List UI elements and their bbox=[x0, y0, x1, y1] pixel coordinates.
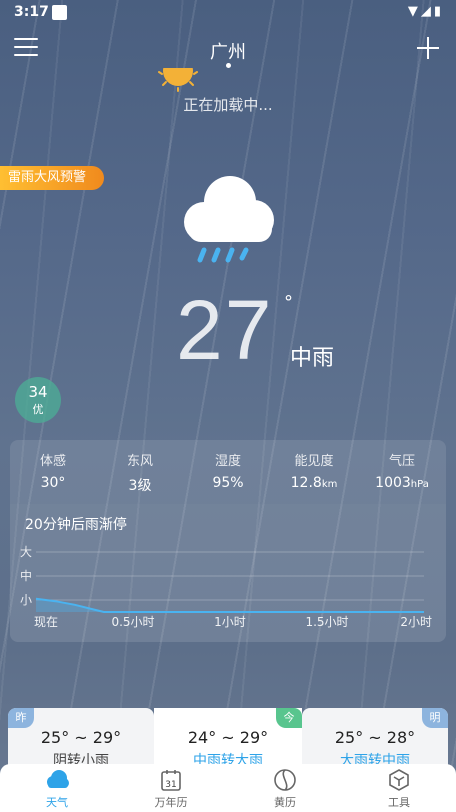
forecast-yesterday[interactable]: 昨 25° ~ 29° 阴转小雨 bbox=[8, 708, 154, 769]
y-tick-label: 大 bbox=[20, 545, 32, 559]
tab-calendar[interactable]: 31 万年历 bbox=[136, 768, 206, 810]
city-title[interactable]: 广州 bbox=[0, 38, 456, 64]
detail-label: 气压 bbox=[388, 454, 415, 469]
precip-line bbox=[35, 597, 424, 613]
detail-pressure: 气压 1003hPa bbox=[362, 450, 442, 491]
tab-almanac[interactable]: 黄历 bbox=[250, 768, 320, 810]
current-temperature: 27 bbox=[176, 283, 274, 377]
top-bar: 广州 bbox=[0, 30, 456, 70]
detail-wind: 东风 3级 bbox=[100, 450, 180, 495]
forecast-strip: 昨 25° ~ 29° 阴转小雨 今 24° ~ 29° 中雨转大雨 明 25°… bbox=[0, 708, 456, 769]
tab-label: 天气 bbox=[46, 796, 68, 809]
add-city-icon[interactable] bbox=[416, 36, 440, 60]
calendar-day-number: 31 bbox=[165, 780, 176, 790]
forecast-badge: 明 bbox=[422, 708, 448, 728]
x-tick-label: 1.5小时 bbox=[305, 615, 348, 629]
detail-value-text: 3级 bbox=[128, 478, 152, 494]
notification-icon bbox=[52, 5, 67, 20]
aqi-value: 34 bbox=[28, 383, 48, 401]
detail-value: 30° bbox=[13, 475, 93, 491]
weather-tab-icon bbox=[47, 770, 69, 788]
forecast-badge: 今 bbox=[276, 708, 302, 728]
x-tick-label: 现在 bbox=[34, 615, 58, 629]
tools-hexagon-icon bbox=[389, 769, 409, 791]
degree-symbol: ° bbox=[284, 292, 293, 313]
detail-unit: km bbox=[321, 479, 338, 490]
detail-value-text: 12.8 bbox=[290, 475, 322, 491]
detail-label: 湿度 bbox=[214, 454, 241, 469]
detail-visibility: 能见度 12.8km bbox=[274, 450, 354, 491]
tab-label: 工具 bbox=[388, 796, 410, 809]
detail-value-text: 30° bbox=[40, 475, 66, 491]
status-icons: ▼◢▮ bbox=[407, 4, 444, 19]
detail-feels-like: 体感 30° bbox=[13, 450, 93, 491]
x-tick-label: 2小时 bbox=[400, 615, 432, 629]
status-time: 3:17 bbox=[14, 4, 49, 20]
precipitation-chart: 大中小现在 0.5小时 1小时 1.5小时 2小时 bbox=[20, 545, 432, 629]
tab-label: 黄历 bbox=[274, 796, 296, 809]
detail-value: 12.8km bbox=[274, 475, 354, 491]
detail-value-text: 95% bbox=[212, 475, 244, 491]
aqi-badge[interactable]: 34 优 bbox=[15, 377, 61, 423]
forecast-range: 24° ~ 29° bbox=[187, 728, 269, 747]
rain-overlay bbox=[0, 0, 456, 812]
status-bar: 3:17 ▼◢▮ bbox=[0, 0, 456, 26]
yin-yang-icon bbox=[274, 769, 296, 791]
tab-weather[interactable]: 天气 bbox=[22, 768, 92, 810]
x-tick-label: 0.5小时 bbox=[111, 615, 154, 629]
page-indicator-dot bbox=[226, 63, 231, 68]
bottom-nav: 天气 31 万年历 黄历 工具 bbox=[0, 764, 456, 812]
y-tick-label: 小 bbox=[20, 593, 32, 607]
forecast-tomorrow[interactable]: 明 25° ~ 28° 大雨转中雨 bbox=[302, 708, 448, 769]
precipitation-panel[interactable]: 20分钟后雨渐停 大中小现在 0.5小时 1小时 1.5小时 2小时 bbox=[10, 504, 446, 642]
forecast-today[interactable]: 今 24° ~ 29° 中雨转大雨 bbox=[154, 708, 302, 769]
detail-humidity: 湿度 95% bbox=[188, 450, 268, 491]
sun-icon bbox=[158, 68, 198, 92]
weather-details-panel: 体感 30° 东风 3级 湿度 95% 能见度 12.8km 气压 1003hP… bbox=[10, 440, 446, 504]
detail-value: 1003hPa bbox=[362, 475, 442, 491]
aqi-level: 优 bbox=[32, 403, 44, 416]
detail-label: 体感 bbox=[39, 454, 66, 469]
detail-label: 能见度 bbox=[294, 454, 334, 469]
calendar-icon: 31 bbox=[161, 770, 181, 791]
y-tick-label: 中 bbox=[20, 568, 32, 583]
current-condition: 中雨 bbox=[290, 346, 335, 371]
forecast-badge: 昨 bbox=[8, 708, 34, 728]
weather-warning-badge[interactable]: 雷雨大风预警 bbox=[0, 166, 104, 190]
detail-unit: hPa bbox=[410, 479, 429, 490]
detail-value: 95% bbox=[188, 475, 268, 491]
forecast-range: 25° ~ 28° bbox=[334, 728, 416, 747]
detail-value-text: 1003 bbox=[375, 475, 411, 491]
x-tick-label: 1小时 bbox=[214, 615, 246, 629]
loading-text: 正在加载中... bbox=[183, 96, 273, 114]
tab-label: 万年历 bbox=[154, 796, 188, 809]
forecast-range: 25° ~ 29° bbox=[40, 728, 122, 747]
tab-tools[interactable]: 工具 bbox=[364, 768, 434, 810]
detail-label: 东风 bbox=[126, 454, 153, 469]
rain-cloud-icon bbox=[178, 172, 278, 264]
detail-value: 3级 bbox=[100, 475, 180, 495]
